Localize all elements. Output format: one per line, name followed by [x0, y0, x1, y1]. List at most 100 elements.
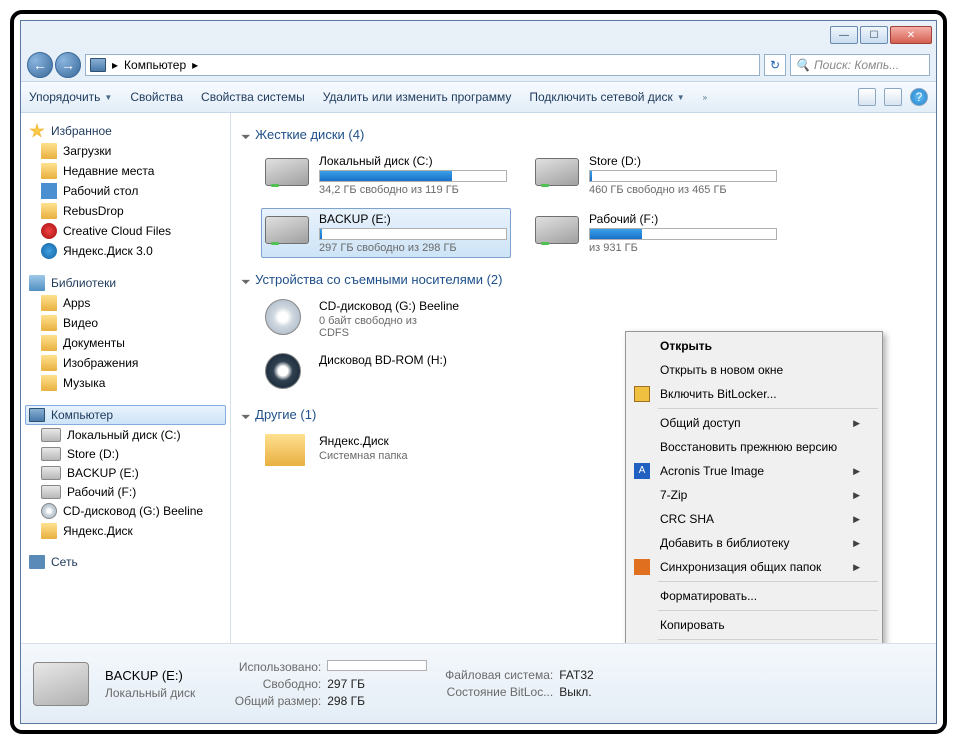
folder-icon — [41, 295, 57, 311]
details-value: Выкл. — [559, 685, 591, 699]
usage-bar — [589, 170, 777, 182]
folder-icon — [41, 335, 57, 351]
sidebar-item[interactable]: Загрузки — [25, 141, 226, 161]
sidebar-item[interactable]: BACKUP (E:) — [25, 463, 226, 482]
properties-button[interactable]: Свойства — [130, 90, 183, 104]
sidebar-item[interactable]: Недавние места — [25, 161, 226, 181]
category-removable[interactable]: Устройства со съемными носителями (2) — [243, 272, 924, 287]
minimize-button[interactable]: ― — [830, 26, 858, 44]
sidebar-computer[interactable]: Компьютер — [25, 405, 226, 425]
back-button[interactable]: ← — [27, 52, 53, 78]
preview-pane-button[interactable] — [884, 88, 902, 106]
menu-7zip[interactable]: 7-Zip▶ — [628, 483, 880, 507]
folder-icon — [41, 315, 57, 331]
cc-icon — [41, 223, 57, 239]
usage-bar — [589, 228, 777, 240]
organize-button[interactable]: Упорядочить▼ — [29, 90, 112, 104]
menu-copy[interactable]: Копировать — [628, 613, 880, 637]
cd-icon — [265, 299, 301, 335]
drive-bd[interactable]: Дисковод BD-ROM (H:) — [261, 349, 511, 393]
details-label: Общий размер: — [211, 694, 321, 708]
sidebar-item[interactable]: Документы — [25, 333, 226, 353]
drive-f[interactable]: Рабочий (F:) из 931 ГБ — [531, 208, 781, 258]
drive-c[interactable]: Локальный диск (C:)34,2 ГБ свободно из 1… — [261, 150, 511, 200]
sidebar-item[interactable]: Creative Cloud Files — [25, 221, 226, 241]
details-value: 297 ГБ — [327, 677, 365, 691]
hdd-icon — [265, 216, 309, 244]
folder-icon — [41, 355, 57, 371]
close-button[interactable]: ✕ — [890, 26, 932, 44]
main-pane: Жесткие диски (4) Локальный диск (C:)34,… — [231, 113, 936, 643]
sidebar-item[interactable]: Локальный диск (C:) — [25, 425, 226, 444]
sidebar-libraries[interactable]: Библиотеки — [25, 273, 226, 293]
sidebar-item[interactable]: Store (D:) — [25, 444, 226, 463]
cd-icon — [41, 503, 57, 519]
disk-icon — [41, 466, 61, 480]
search-input[interactable]: 🔍 Поиск: Компь... — [790, 54, 930, 76]
sidebar-item[interactable]: Рабочий (F:) — [25, 482, 226, 501]
help-button[interactable]: ? — [910, 88, 928, 106]
folder-icon — [41, 375, 57, 391]
usage-bar — [327, 660, 427, 671]
usage-bar — [319, 228, 507, 240]
drive-free: 0 байт свободно из — [319, 315, 507, 327]
drive-yandex[interactable]: Яндекс.ДискСистемная папка — [261, 430, 511, 474]
folder-icon — [41, 203, 57, 219]
toolbar: Упорядочить▼ Свойства Свойства системы У… — [21, 81, 936, 113]
maximize-button[interactable]: ☐ — [860, 26, 888, 44]
drive-e[interactable]: BACKUP (E:)297 ГБ свободно из 298 ГБ — [261, 208, 511, 258]
breadcrumb[interactable]: ▸ Компьютер ▸ — [85, 54, 760, 76]
details-value: 298 ГБ — [327, 694, 365, 708]
folder-icon — [41, 523, 57, 539]
sidebar-item[interactable]: Яндекс.Диск — [25, 521, 226, 541]
sidebar-item[interactable]: Apps — [25, 293, 226, 313]
titlebar: ― ☐ ✕ — [21, 21, 936, 49]
menu-open-new[interactable]: Открыть в новом окне — [628, 358, 880, 382]
refresh-button[interactable]: ↻ — [764, 54, 786, 76]
menu-acronis[interactable]: AAcronis True Image▶ — [628, 459, 880, 483]
drive-free: из 931 ГБ — [589, 242, 777, 254]
menu-sync[interactable]: Синхронизация общих папок▶ — [628, 555, 880, 579]
menu-format[interactable]: Форматировать... — [628, 584, 880, 608]
disk-icon — [41, 428, 61, 442]
sidebar-item[interactable]: Изображения — [25, 353, 226, 373]
sidebar-favorites[interactable]: Избранное — [25, 121, 226, 141]
drive-label: Яндекс.Диск — [319, 434, 507, 448]
map-drive-button[interactable]: Подключить сетевой диск▼ — [529, 90, 684, 104]
menu-crc[interactable]: CRC SHA▶ — [628, 507, 880, 531]
breadcrumb-item[interactable]: Компьютер — [124, 58, 186, 72]
star-icon — [29, 123, 45, 139]
system-properties-button[interactable]: Свойства системы — [201, 90, 305, 104]
sidebar-item[interactable]: Яндекс.Диск 3.0 — [25, 241, 226, 261]
view-button[interactable] — [858, 88, 876, 106]
drive-label: BACKUP (E:) — [319, 212, 507, 226]
details-title: BACKUP (E:) — [105, 668, 195, 683]
sidebar-item[interactable]: Видео — [25, 313, 226, 333]
library-icon — [29, 275, 45, 291]
chevron-button[interactable]: » — [703, 93, 707, 102]
sidebar-item[interactable]: RebusDrop — [25, 201, 226, 221]
drive-cd[interactable]: CD-дисковод (G:) Beeline0 байт свободно … — [261, 295, 511, 343]
sidebar-item[interactable]: CD-дисковод (G:) Beeline — [25, 501, 226, 521]
drive-label: Дисковод BD-ROM (H:) — [319, 353, 507, 367]
menu-restore[interactable]: Восстановить прежнюю версию — [628, 435, 880, 459]
folder-icon — [41, 163, 57, 179]
uninstall-button[interactable]: Удалить или изменить программу — [323, 90, 512, 104]
sidebar-item[interactable]: Рабочий стол — [25, 181, 226, 201]
menu-share[interactable]: Общий доступ▶ — [628, 411, 880, 435]
menu-addlib[interactable]: Добавить в библиотеку▶ — [628, 531, 880, 555]
details-value: FAT32 — [559, 668, 593, 682]
forward-button[interactable]: → — [55, 52, 81, 78]
category-hdd[interactable]: Жесткие диски (4) — [243, 127, 924, 142]
sidebar-item[interactable]: Музыка — [25, 373, 226, 393]
drive-d[interactable]: Store (D:)460 ГБ свободно из 465 ГБ — [531, 150, 781, 200]
menu-bitlocker[interactable]: Включить BitLocker... — [628, 382, 880, 406]
shield-icon — [634, 386, 650, 402]
disk-icon — [41, 485, 61, 499]
sync-icon — [634, 559, 650, 575]
drive-label: Локальный диск (C:) — [319, 154, 507, 168]
menu-open[interactable]: Открыть — [628, 334, 880, 358]
menu-shortcut[interactable]: Создать ярлык — [628, 642, 880, 643]
sidebar-network[interactable]: Сеть — [25, 553, 226, 571]
hdd-icon — [265, 158, 309, 186]
